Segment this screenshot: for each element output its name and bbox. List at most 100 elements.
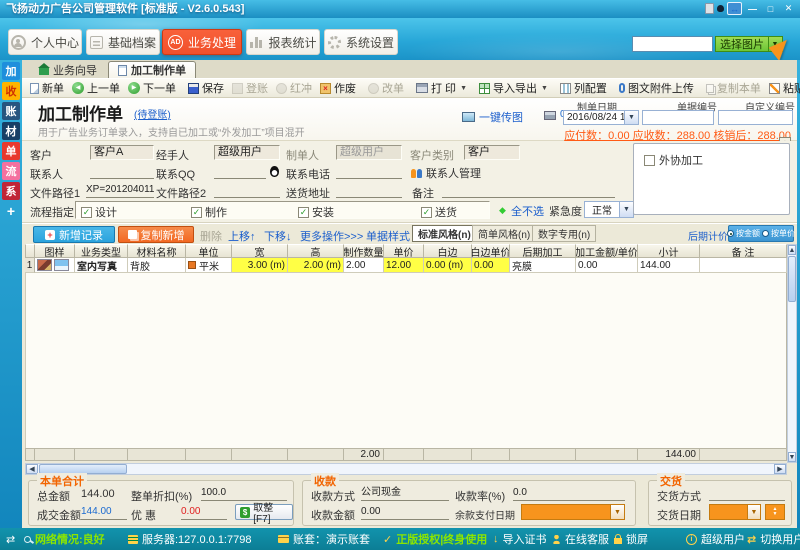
cell-qty[interactable]: 2.00 (344, 258, 384, 273)
sidebar-item-material[interactable]: 材 (2, 122, 20, 140)
nav-tab-personal[interactable]: 个人中心 (8, 29, 82, 55)
contact-field[interactable] (90, 164, 154, 179)
pending-post-link[interactable]: (待登账) (134, 106, 171, 121)
col-height[interactable]: 高 (288, 244, 344, 258)
path1-field[interactable]: XP=201204011627:C:\ (86, 183, 154, 198)
round-button[interactable]: $ 取整[F7] (235, 504, 293, 520)
import-cert-button[interactable]: ↓导入证书 (493, 528, 547, 550)
pay-rate-field[interactable]: 0.0 (513, 486, 625, 501)
minimize-button[interactable]: — (745, 2, 760, 15)
printer-count-icon[interactable] (544, 111, 556, 120)
checkbox-install[interactable]: ✓安装 (298, 204, 334, 220)
col-margin[interactable]: 白边 (424, 244, 472, 258)
sidebar-item-order[interactable]: 单 (2, 142, 20, 160)
next-order-button[interactable]: ▶下一单 (124, 79, 180, 97)
doc-no-input[interactable] (642, 110, 714, 125)
scroll-up-icon[interactable]: ▲ (788, 245, 796, 255)
red-reverse-button[interactable]: 红冲 (272, 79, 316, 97)
modify-order-button[interactable]: 改单 (364, 79, 408, 97)
select-none-link[interactable]: 全不选 (511, 203, 544, 219)
sidebar-item-account[interactable]: 账 (2, 102, 20, 120)
cell-subtotal[interactable]: 144.00 (638, 258, 700, 273)
col-type[interactable]: 业务类型 (75, 244, 128, 258)
phone-field[interactable] (336, 164, 402, 179)
col-material[interactable]: 材料名称 (128, 244, 186, 258)
one-key-transfer-link[interactable]: 一键传图 (462, 109, 523, 125)
post-account-button[interactable]: 登账 (228, 79, 272, 97)
move-up-link[interactable]: 上移↑ (228, 228, 256, 244)
save-button[interactable]: 保存 (184, 79, 228, 97)
col-image[interactable]: 图样 (35, 244, 75, 258)
nav-tab-archives[interactable]: 基础档案 (86, 29, 160, 55)
tab-work-order[interactable]: 加工制作单 (108, 61, 196, 78)
sidebar-item-system[interactable]: 系 (2, 182, 20, 200)
contact-manager-link[interactable]: 联系人管理 (410, 165, 481, 181)
current-user[interactable]: i超级用户 (686, 528, 745, 550)
style-tab-simple[interactable]: 简单风格(n) (472, 225, 536, 242)
lock-screen-button[interactable]: 锁屏 (614, 528, 648, 550)
deal-field[interactable]: 144.00 (81, 505, 127, 520)
delete-link[interactable]: 删除 (200, 228, 222, 244)
delivery-date-combo[interactable]: ▼ (709, 504, 761, 520)
tab-business-wizard[interactable]: 业务向导 (30, 61, 106, 78)
scrollbar-thumb[interactable] (788, 256, 796, 302)
customer-field[interactable]: 客户A (90, 145, 154, 160)
col-note[interactable]: 备 注 (700, 244, 787, 258)
move-down-link[interactable]: 下移↓ (264, 228, 292, 244)
new-order-button[interactable]: 新单 (26, 79, 68, 97)
sidebar-item-flow[interactable]: 流 (2, 162, 20, 180)
style-tab-standard[interactable]: 标准风格(n) (412, 225, 477, 242)
checkbox-deliver[interactable]: ✓送货 (421, 204, 457, 220)
checkbox-design[interactable]: ✓设计 (81, 204, 117, 220)
attachment-upload-button[interactable]: 图文附件上传 (615, 79, 698, 97)
col-subtotal[interactable]: 小计 (638, 244, 700, 258)
cell-price[interactable]: 12.00 (384, 258, 424, 273)
vertical-scrollbar[interactable]: ▲ ▼ (787, 244, 797, 463)
handler-field[interactable]: 超级用户 (214, 145, 280, 160)
urgency-combo[interactable]: 正常 ▼ (584, 201, 634, 218)
print-button[interactable]: 打 印▼ (412, 79, 471, 97)
delivery-time-stepper[interactable]: ▲▼ (765, 504, 785, 520)
pay-amount-field[interactable]: 0.00 (361, 505, 449, 520)
cell-height[interactable]: 2.00 (m) (288, 258, 344, 273)
copy-add-button[interactable]: 复制新增 (118, 226, 194, 243)
due-date-combo[interactable]: ▼ (521, 504, 625, 520)
cell-margin[interactable]: 0.00 (m) (424, 258, 472, 273)
style-tab-digital[interactable]: 数字专用(n) (532, 225, 596, 242)
clipboard-icon[interactable] (705, 3, 714, 14)
checkbox-make[interactable]: ✓制作 (191, 204, 227, 220)
path2-field[interactable] (214, 183, 280, 198)
paste-screenshot-button[interactable]: 粘贴截图 (765, 79, 800, 97)
copy-order-button[interactable]: 复制本单 (702, 79, 765, 97)
pay-method-field[interactable]: 公司现金 (361, 486, 449, 501)
order-date-combo[interactable]: 2016/08/24 15:17:32 ▼ (563, 110, 639, 125)
nav-tab-business[interactable]: AD 业务处理 (162, 29, 242, 55)
switch-user-button[interactable]: ⇄切换用户 (747, 528, 800, 550)
cell-unit[interactable]: 平米 (186, 258, 232, 273)
prev-order-button[interactable]: ◀上一单 (68, 79, 124, 97)
app-tray-icon[interactable] (717, 5, 724, 12)
col-rownum[interactable] (25, 244, 35, 258)
cell-margin-price[interactable]: 0.00 (472, 258, 510, 273)
note-field[interactable] (442, 183, 615, 198)
cell-type[interactable]: 室内写真 (75, 258, 128, 273)
cell-rownum[interactable]: 1 (25, 258, 35, 273)
col-price[interactable]: 单价 (384, 244, 424, 258)
col-unit[interactable]: 单位 (186, 244, 232, 258)
cell-post-process[interactable]: 亮膜 (510, 258, 576, 273)
cell-process-amount[interactable]: 0.00 (576, 258, 638, 273)
close-button[interactable]: ✕ (781, 2, 796, 15)
sidebar-item-plus[interactable]: + (2, 202, 20, 220)
category-field[interactable]: 客户 (464, 145, 520, 160)
add-record-button[interactable]: + 新增记录 (33, 226, 115, 243)
column-config-button[interactable]: 列配置 (556, 79, 611, 97)
col-post-process[interactable]: 后期加工 (510, 244, 576, 258)
cell-material[interactable]: 背胶 (128, 258, 186, 273)
resize-icon[interactable]: ↔ (727, 2, 742, 15)
qq-penguin-icon[interactable] (270, 166, 279, 177)
off-field[interactable]: 0.00 (181, 505, 227, 520)
maximize-button[interactable]: □ (763, 2, 778, 15)
scroll-right-icon[interactable]: ▶ (774, 464, 786, 474)
cell-image[interactable] (35, 258, 75, 273)
delivery-method-field[interactable] (709, 486, 785, 501)
